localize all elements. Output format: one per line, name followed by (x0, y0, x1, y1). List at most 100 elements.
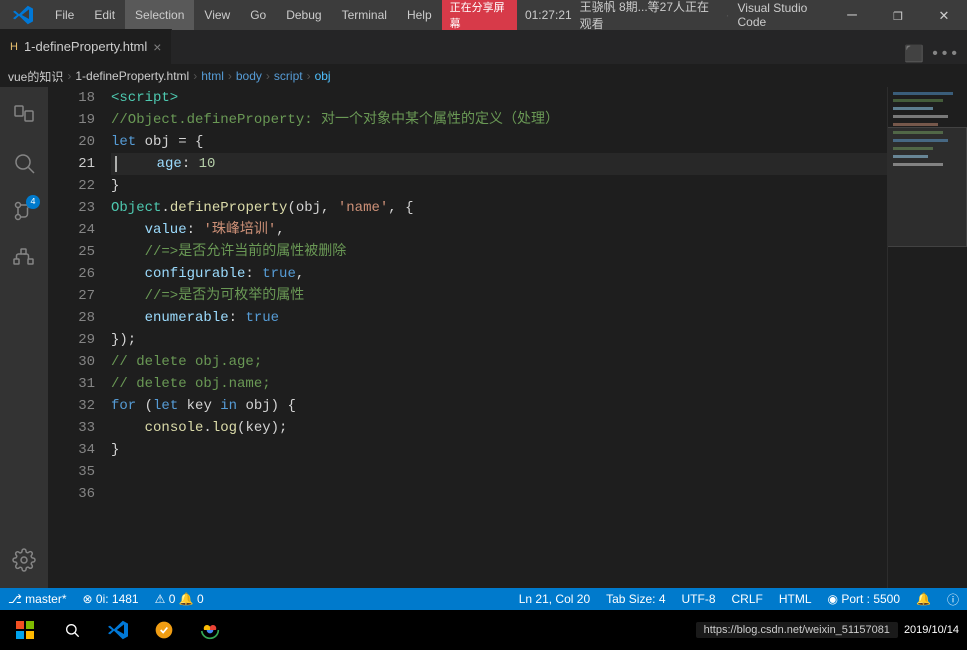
menu-selection[interactable]: Selection (125, 0, 194, 30)
code-line[interactable] (111, 483, 887, 505)
menu-view[interactable]: View (194, 0, 240, 30)
viewer-info: 王骁帆 8期...等27人正在观看 (580, 0, 718, 32)
activity-search[interactable] (0, 139, 48, 187)
breadcrumb-item-1[interactable]: 1-defineProperty.html (75, 69, 189, 83)
breadcrumb-sep-3: › (266, 69, 270, 83)
line-number: 26 (48, 263, 95, 285)
taskbar-datetime: 2019/10/14 (904, 624, 959, 636)
info-icon: ⓘ (947, 591, 959, 608)
breadcrumb-item-0[interactable]: vue的知识 (8, 68, 63, 85)
activity-settings[interactable] (0, 536, 48, 584)
code-line[interactable]: value: '珠峰培训', (111, 219, 887, 241)
taskbar-search[interactable] (50, 610, 94, 650)
activity-explorer[interactable] (0, 91, 48, 139)
code-line[interactable]: } (111, 175, 887, 197)
encoding-label: UTF-8 (682, 592, 716, 606)
code-line[interactable]: //=>是否允许当前的属性被删除 (111, 241, 887, 263)
activity-bar: 4 (0, 87, 48, 588)
line-number: 19 (48, 109, 95, 131)
code-line[interactable]: //=>是否为可枚举的属性 (111, 285, 887, 307)
taskbar-items (50, 610, 696, 650)
menu-edit[interactable]: Edit (84, 0, 125, 30)
line-number: 22 (48, 175, 95, 197)
breadcrumb-item-5[interactable]: obj (315, 69, 331, 83)
error-label: ⊗ 0i: 1481 (83, 592, 139, 606)
breadcrumb-sep-0: › (67, 69, 71, 83)
line-number: 31 (48, 373, 95, 395)
activity-source-control[interactable]: 4 (0, 187, 48, 235)
source-control-badge: 4 (26, 195, 40, 209)
breadcrumb-sep-4: › (307, 69, 311, 83)
line-number: 30 (48, 351, 95, 373)
code-line[interactable]: // delete obj.name; (111, 373, 887, 395)
title-bar-left: File Edit Selection View Go Debug Termin… (0, 0, 442, 30)
live-badge: 正在分享屏幕 (442, 0, 517, 33)
code-editor[interactable]: 18192021222324252627282930313233343536 <… (48, 87, 967, 588)
status-bar-left: ⎇ master* ⊗ 0i: 1481 ⚠ 0 🔔 0 (0, 588, 212, 610)
line-number: 34 (48, 439, 95, 461)
active-line-indicator (115, 156, 117, 172)
line-number: 20 (48, 131, 95, 153)
taskbar-app3[interactable] (142, 610, 186, 650)
breadcrumb-item-3[interactable]: body (236, 69, 262, 83)
breadcrumb: vue的知识 › 1-defineProperty.html › html › … (0, 65, 967, 87)
breadcrumb-item-4[interactable]: script (274, 69, 303, 83)
code-line[interactable]: // delete obj.age; (111, 351, 887, 373)
line-number: 21 (48, 153, 95, 175)
position-label: Ln 21, Col 20 (519, 592, 590, 606)
code-content[interactable]: <script>//Object.defineProperty: 对一个对象中某… (103, 87, 887, 588)
more-actions-icon[interactable]: ••• (930, 45, 959, 63)
minimize-button[interactable]: — (829, 0, 875, 30)
language-mode[interactable]: HTML (771, 588, 820, 610)
maximize-button[interactable]: ❐ (875, 0, 921, 30)
code-line[interactable]: let obj = { (111, 131, 887, 153)
minimap (887, 87, 967, 588)
code-line[interactable]: enumerable: true (111, 307, 887, 329)
code-line[interactable]: for (let key in obj) { (111, 395, 887, 417)
menu-bar: File Edit Selection View Go Debug Termin… (45, 0, 442, 30)
code-line[interactable]: console.log(key); (111, 417, 887, 439)
editor-tab[interactable]: H 1-defineProperty.html × (0, 29, 172, 64)
notifications-bell[interactable]: 🔔 (908, 588, 939, 610)
title-bar-controls: — ❐ ✕ (829, 0, 967, 30)
code-line[interactable]: } (111, 439, 887, 461)
code-line[interactable]: <script> (111, 87, 887, 109)
live-server-port[interactable]: ◉ Port : 5500 (820, 588, 909, 610)
menu-terminal[interactable]: Terminal (332, 0, 397, 30)
error-count[interactable]: ⊗ 0i: 1481 (75, 588, 147, 610)
taskbar-chrome[interactable] (188, 610, 232, 650)
code-line[interactable]: age: 10 (111, 153, 887, 175)
language-label: HTML (779, 592, 812, 606)
menu-file[interactable]: File (45, 0, 84, 30)
line-number: 25 (48, 241, 95, 263)
bell-icon: 🔔 (916, 592, 931, 606)
code-line[interactable] (111, 461, 887, 483)
encoding[interactable]: UTF-8 (674, 588, 724, 610)
info-button[interactable]: ⓘ (939, 588, 967, 610)
activity-extensions[interactable] (0, 235, 48, 283)
taskbar-vscode[interactable] (96, 610, 140, 650)
close-button[interactable]: ✕ (921, 0, 967, 30)
warning-count[interactable]: ⚠ 0 🔔 0 (147, 588, 212, 610)
windows-start[interactable] (0, 621, 50, 639)
code-line[interactable]: Object.defineProperty(obj, 'name', { (111, 197, 887, 219)
tab-filename: 1-defineProperty.html (24, 39, 147, 54)
app-icon (0, 0, 45, 30)
line-number: 28 (48, 307, 95, 329)
code-line[interactable]: configurable: true, (111, 263, 887, 285)
line-ending[interactable]: CRLF (724, 588, 771, 610)
line-number: 18 (48, 87, 95, 109)
menu-debug[interactable]: Debug (276, 0, 331, 30)
title-bar: File Edit Selection View Go Debug Termin… (0, 0, 967, 30)
code-line[interactable]: //Object.defineProperty: 对一个对象中某个属性的定义（处… (111, 109, 887, 131)
git-branch[interactable]: ⎇ master* (0, 588, 75, 610)
tab-size[interactable]: Tab Size: 4 (598, 588, 673, 610)
editor-actions: ⬛ ••• (904, 44, 967, 64)
menu-go[interactable]: Go (240, 0, 276, 30)
split-editor-icon[interactable]: ⬛ (904, 44, 924, 64)
breadcrumb-item-2[interactable]: html (201, 69, 224, 83)
cursor-position[interactable]: Ln 21, Col 20 (511, 588, 598, 610)
code-line[interactable]: }); (111, 329, 887, 351)
menu-help[interactable]: Help (397, 0, 442, 30)
tab-close-button[interactable]: × (153, 39, 161, 55)
